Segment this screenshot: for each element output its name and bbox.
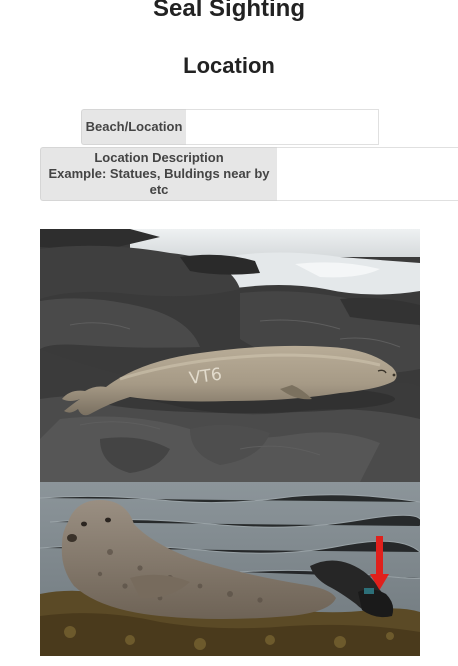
monk-seal-photo: VT6 bbox=[40, 229, 420, 482]
location-description-label-title: Location Description bbox=[94, 150, 224, 165]
location-description-label-example: Example: Statues, Buldings near by etc bbox=[48, 166, 270, 197]
beach-location-group: Beach/Location bbox=[81, 109, 379, 145]
location-description-input[interactable] bbox=[277, 147, 458, 201]
location-heading: Location bbox=[183, 53, 275, 78]
harbor-seal-photo bbox=[40, 482, 420, 656]
beach-location-input[interactable] bbox=[186, 109, 379, 145]
location-description-label: Location Description Example: Statues, B… bbox=[40, 147, 277, 201]
page-title: Seal Sighting bbox=[152, 0, 305, 22]
location-description-group: Location Description Example: Statues, B… bbox=[40, 147, 458, 201]
arrow-shaft bbox=[376, 536, 383, 576]
beach-location-label: Beach/Location bbox=[81, 109, 186, 145]
